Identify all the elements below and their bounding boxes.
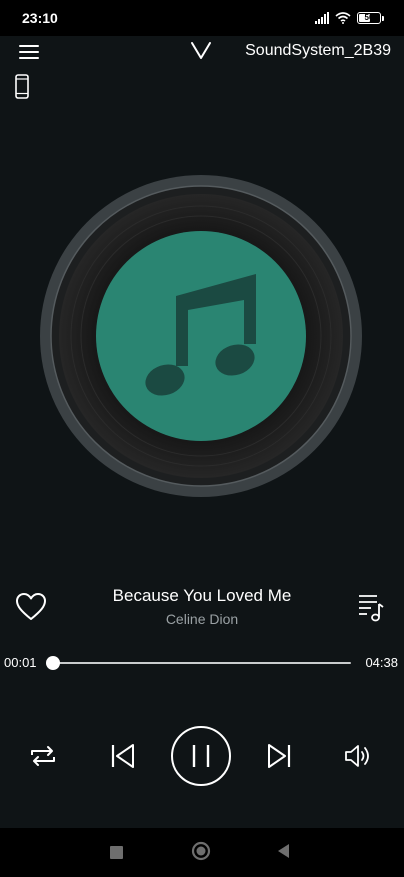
pause-icon — [171, 726, 231, 786]
track-artist: Celine Dion — [165, 611, 239, 627]
chevron-down-icon — [191, 42, 211, 59]
menu-button[interactable] — [18, 42, 40, 62]
playlist-button[interactable] — [357, 592, 385, 622]
wifi-icon — [335, 12, 351, 24]
battery-icon: 56 — [357, 12, 381, 24]
signal-icon — [315, 12, 329, 24]
circle-icon — [191, 841, 211, 861]
system-nav-bar — [0, 828, 404, 877]
total-time: 04:38 — [365, 655, 398, 670]
progress-thumb[interactable] — [46, 656, 60, 670]
triangle-back-icon — [278, 844, 289, 858]
back-button[interactable] — [275, 841, 291, 861]
collapse-player-button[interactable] — [189, 38, 213, 62]
elapsed-time: 00:01 — [4, 655, 37, 670]
volume-icon — [345, 745, 369, 767]
app-header: SoundSystem_2B39 — [0, 36, 404, 66]
status-bar: 23:10 56 — [0, 0, 404, 36]
next-track-button[interactable] — [264, 741, 294, 771]
repeat-button[interactable] — [28, 741, 58, 771]
progress-bar[interactable] — [46, 656, 351, 670]
playlist-icon — [359, 595, 384, 622]
battery-level: 56 — [364, 13, 374, 22]
skip-next-icon — [268, 744, 291, 768]
status-icons: 56 — [315, 8, 384, 28]
track-title: Because You Loved Me — [112, 586, 292, 605]
album-art — [96, 231, 306, 441]
hamburger-menu-icon — [19, 45, 39, 59]
volume-button[interactable] — [343, 741, 375, 771]
phone-icon — [15, 74, 29, 99]
status-time: 23:10 — [22, 10, 58, 26]
repeat-icon — [31, 746, 55, 766]
previous-track-button[interactable] — [108, 741, 138, 771]
play-pause-button[interactable] — [170, 725, 232, 787]
skip-previous-icon — [111, 744, 134, 768]
output-device-button[interactable] — [14, 73, 30, 101]
home-button[interactable] — [191, 841, 211, 861]
recents-button[interactable] — [110, 846, 123, 859]
battery-tip — [382, 15, 384, 21]
album-disc — [39, 174, 363, 498]
device-name[interactable]: SoundSystem_2B39 — [245, 42, 391, 60]
